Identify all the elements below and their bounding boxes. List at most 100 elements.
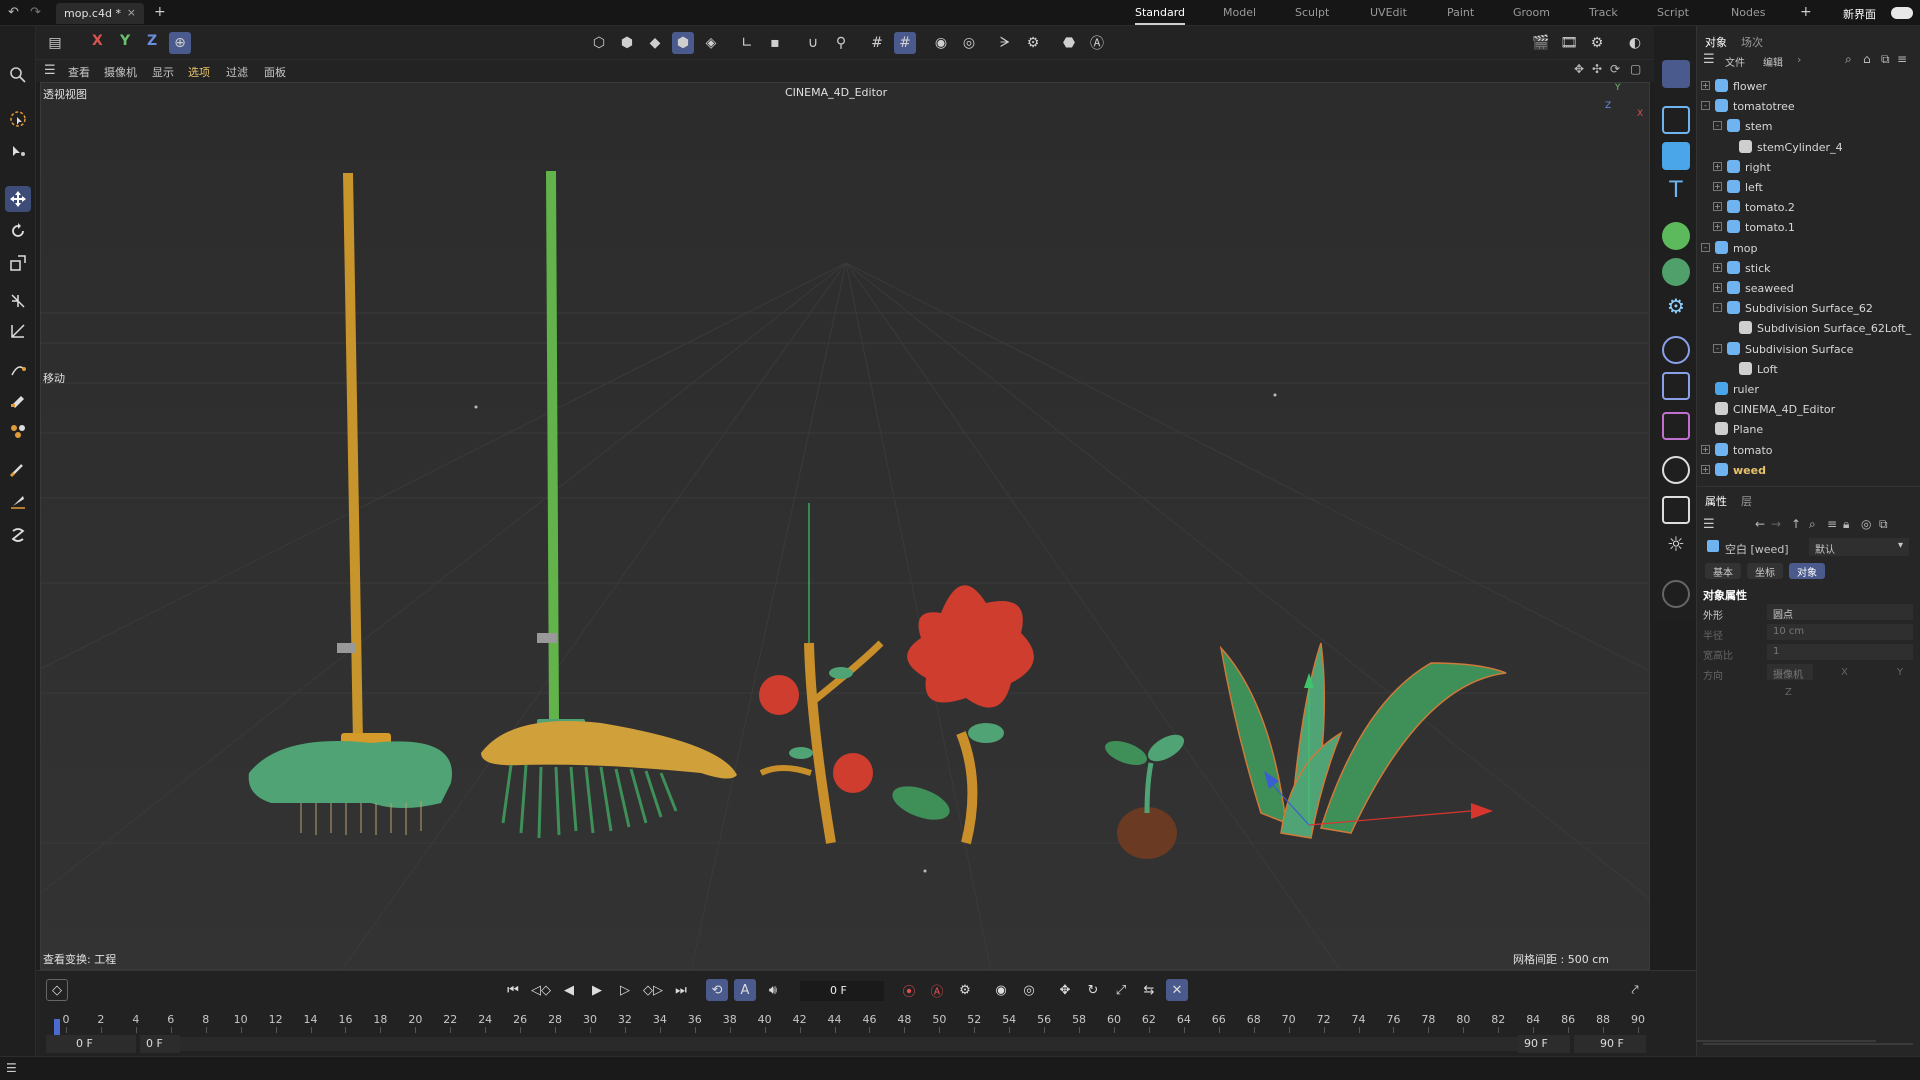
lock-icon[interactable]: 🔒︎ [1843,517,1849,532]
render-settings-icon[interactable]: ⚙ [1586,32,1608,54]
cloner-icon[interactable] [1662,258,1690,286]
preview-range-bar[interactable] [180,1037,1570,1051]
world-coord-icon[interactable]: ⊕ [169,32,191,54]
orientation-dropdown[interactable]: 摄像机 [1767,664,1813,681]
view-name-label[interactable]: 透视视图 [43,86,87,102]
null-object-icon[interactable] [1662,60,1690,88]
object-row[interactable]: + weed [1697,460,1907,480]
axis-mode-icon[interactable]: ∟ [736,32,758,54]
expand-icon[interactable]: + [1701,444,1710,454]
collapse-icon[interactable]: - [1701,101,1710,111]
layout-tab-model[interactable]: Model [1223,6,1256,19]
object-row[interactable]: + stick [1697,258,1907,278]
layout-tab-track[interactable]: Track [1589,6,1618,19]
undo-icon[interactable]: ↶ [8,5,19,20]
auto-key-icon[interactable]: Ⓐ [1086,32,1108,54]
status-menu-icon[interactable]: ☰ [6,1061,17,1075]
om-menu-edit[interactable]: 编辑 [1763,54,1783,69]
render-viewer-icon[interactable]: 🎞 [1558,32,1580,54]
subtab-basic[interactable]: 基本 [1705,563,1741,579]
layout-tab-paint[interactable]: Paint [1447,6,1474,19]
back-arrow-icon[interactable]: ← [1755,517,1765,531]
brush-tool-icon[interactable] [1662,580,1690,608]
transform-tool-icon[interactable] [5,288,31,314]
solo-icon[interactable]: ◉ [930,32,952,54]
knife-icon[interactable] [5,488,31,514]
om-layers-icon[interactable]: ⧉ [1881,52,1890,67]
object-row[interactable]: + right [1697,157,1907,177]
layout-tab-uvedit[interactable]: UVEdit [1370,6,1407,19]
redo-icon[interactable]: ↷ [30,5,41,20]
settings-gear-icon[interactable]: ⚙ [1022,32,1044,54]
shape-dropdown[interactable]: 圆点 [1767,604,1913,621]
object-row[interactable]: + seaweed [1697,278,1907,298]
object-row[interactable]: + left [1697,177,1907,197]
object-row[interactable]: + tomato [1697,440,1907,460]
text-icon[interactable]: T [1662,178,1690,206]
solo-hierarchy-icon[interactable]: ◎ [958,32,980,54]
object-row[interactable]: CINEMA_4D_Editor [1697,399,1907,419]
tweak-mode-icon[interactable]: ▪ [764,32,786,54]
magnet-icon[interactable] [5,522,31,548]
collapse-icon[interactable]: - [1713,303,1722,313]
axis-y-toggle[interactable]: Y [120,33,130,49]
object-row[interactable]: - Subdivision Surface_62 [1697,298,1907,318]
collapse-icon[interactable]: - [1701,242,1710,252]
render-region-icon[interactable]: 🎬 [1530,32,1552,54]
radius-field[interactable]: 10 cm [1767,624,1913,640]
polygons-mode-icon[interactable]: ◆ [644,32,666,54]
layout-tab-groom[interactable]: Groom [1513,6,1550,19]
cube-icon[interactable] [1662,142,1690,170]
om-filter-icon[interactable]: ≡ [1897,52,1907,66]
subtab-coord[interactable]: 坐标 [1747,563,1783,579]
object-row[interactable]: Loft [1697,359,1907,379]
axis-z-toggle[interactable]: Z [147,33,157,49]
end-frame-field[interactable]: 90 F [1574,1035,1646,1053]
live-select-icon[interactable] [5,138,31,164]
preset-dropdown[interactable]: 默认 ▾ [1809,538,1909,556]
new-tab-icon[interactable]: + [154,4,166,20]
render-view-icon[interactable]: ⬣ [1058,32,1080,54]
selection-tool-icon[interactable] [5,106,31,132]
viewport-shading-icon[interactable]: ◐ [1624,32,1646,54]
om-search-icon[interactable]: ⌕ [1845,52,1852,67]
environment-icon[interactable] [1662,456,1690,484]
tab-objects[interactable]: 对象 [1705,34,1727,50]
object-row[interactable]: + tomato.2 [1697,197,1907,217]
timeline-ruler[interactable]: 0 2 4 6 8 10 12 14 16 18 20 22 24 26 28 30 32 34 36 38 40 42 4… [36,971,1696,1033]
hamburger-menu-icon[interactable]: ☰ [44,63,56,78]
close-icon[interactable]: × [127,6,136,19]
sketch-icon[interactable] [5,418,31,444]
target-icon[interactable]: ◎ [1861,517,1871,531]
expand-icon[interactable]: + [1713,182,1722,191]
volume-icon[interactable] [1662,412,1690,440]
grid-snap-icon[interactable]: # [866,32,888,54]
lock-axis-icon[interactable]: ⚲ [830,32,852,54]
am-filter-icon[interactable]: ≡ [1827,517,1837,531]
expand-icon[interactable]: + [1701,81,1710,90]
add-layout-icon[interactable]: + [1800,4,1812,20]
om-menu-file[interactable]: 文件 [1725,54,1745,69]
move-tool-icon[interactable] [5,186,31,212]
scene-icon[interactable] [1662,372,1690,400]
orientation-z[interactable]: Z [1785,687,1792,698]
spline-rectangle-icon[interactable] [1662,106,1690,134]
forward-arrow-icon[interactable]: → [1771,517,1781,531]
generator-icon[interactable] [1662,222,1690,250]
uv-mode-icon[interactable]: ◈ [700,32,722,54]
up-arrow-icon[interactable]: ↑ [1791,517,1801,531]
panel-scrollbar[interactable] [1696,1040,1876,1042]
model-mode-icon[interactable]: ⬢ [672,32,694,54]
menu-display[interactable]: 显示 [152,64,174,80]
camera-icon[interactable] [1662,496,1690,524]
expand-icon[interactable]: + [1713,262,1722,272]
layout-tab-nodes[interactable]: Nodes [1731,6,1765,19]
document-tab[interactable]: mop.c4d * × [56,3,144,24]
deformer-gear-icon[interactable]: ⚙ [1662,294,1690,322]
rotate-view-icon[interactable]: ⟳ [1610,62,1620,76]
points-mode-icon[interactable]: ⬡ [588,32,610,54]
spline-pen-icon[interactable] [5,356,31,382]
layers-icon[interactable]: ▤ [44,32,66,54]
object-row[interactable]: + tomato.1 [1697,217,1907,237]
object-row[interactable]: - stem [1697,116,1907,136]
